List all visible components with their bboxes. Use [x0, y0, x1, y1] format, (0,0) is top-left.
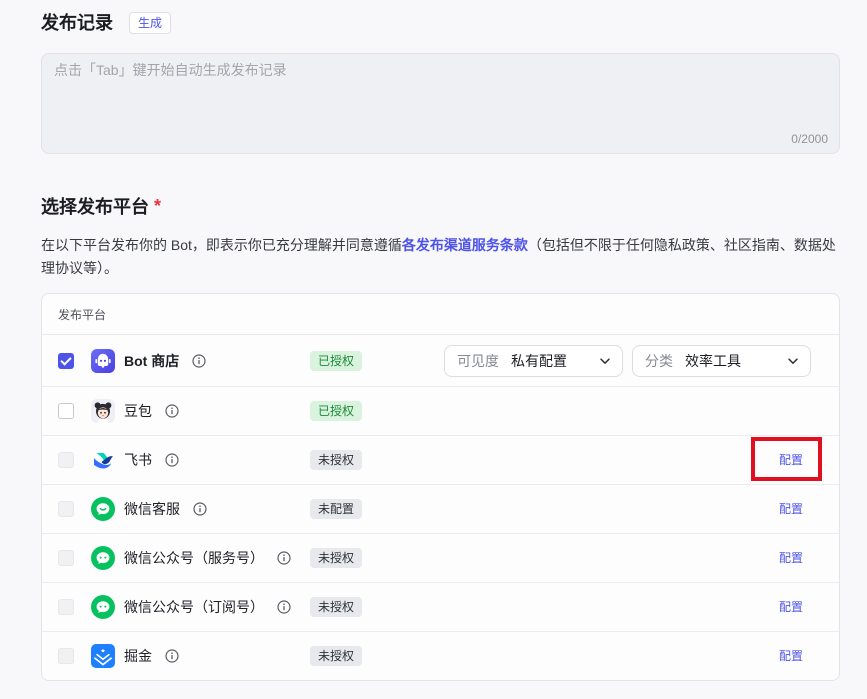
status-badge: 已授权	[310, 401, 363, 421]
platform-row-wechat-official-subscription: 微信公众号（订阅号） 未授权 配置	[42, 583, 839, 632]
actions-cell: 可见度 私有配置 分类 效率工具	[444, 335, 839, 386]
category-label: 分类	[645, 352, 673, 369]
platform-checkbox	[58, 599, 74, 615]
table-header: 发布平台	[42, 294, 839, 335]
wechat-service-icon	[91, 497, 115, 521]
status-cell: 未授权	[310, 436, 444, 484]
status-badge: 已授权	[310, 350, 363, 371]
platform-cell: 飞书	[91, 436, 310, 484]
status-cell: 未授权	[310, 632, 444, 680]
info-icon[interactable]	[165, 453, 179, 467]
platform-row-bot-store: Bot 商店 已授权 可见度 私有配置 分类 效率工具	[42, 335, 839, 387]
configure-button-wechat-service[interactable]: 配置	[779, 499, 803, 519]
platform-checkbox	[58, 550, 74, 566]
chevron-down-icon	[599, 355, 611, 367]
platform-checkbox	[58, 452, 74, 468]
info-icon[interactable]	[193, 502, 207, 516]
platform-cell: 豆包	[91, 387, 310, 435]
generate-button[interactable]: 生成	[129, 12, 172, 34]
info-icon[interactable]	[277, 600, 291, 614]
platform-checkbox	[58, 501, 74, 517]
wechat-official-account-icon	[91, 546, 115, 570]
actions-cell: 配置	[444, 436, 839, 484]
chevron-down-icon	[787, 355, 799, 367]
platform-cell: 微信公众号（订阅号）	[91, 583, 310, 631]
status-badge: 未授权	[310, 597, 363, 617]
actions-cell: 配置	[444, 534, 839, 582]
juejin-icon	[91, 644, 115, 668]
platform-row-wechat-service: 微信客服 未配置 配置	[42, 485, 839, 534]
configure-button-wechat-official-service[interactable]: 配置	[779, 548, 803, 568]
checkbox-cell	[42, 583, 91, 631]
platform-name: 微信公众号（服务号）	[124, 550, 264, 566]
actions-cell: 配置	[444, 583, 839, 631]
checkbox-cell	[42, 335, 91, 386]
platform-cell: 微信公众号（服务号）	[91, 534, 310, 582]
category-select[interactable]: 分类 效率工具	[632, 344, 811, 377]
publish-page: 发布记录 生成 0/2000 选择发布平台 * 在以下平台发布你的 Bot，即表…	[0, 0, 867, 699]
column-header-platform: 发布平台	[58, 307, 107, 322]
platform-name: 飞书	[124, 452, 152, 468]
info-icon[interactable]	[192, 353, 206, 368]
platform-checkbox[interactable]	[58, 352, 74, 369]
platforms-table: 发布平台 Bot 商店 已授权 可见度 私有配置 分类 效率工具 豆包 已授权 …	[41, 293, 840, 681]
checkbox-cell	[42, 534, 91, 582]
configure-button-juejin[interactable]: 配置	[779, 646, 803, 666]
visibility-value: 私有配置	[511, 352, 567, 369]
release-notes-header: 发布记录 生成	[41, 12, 840, 34]
configure-button-wechat-official-subscription[interactable]: 配置	[779, 597, 803, 617]
platform-row-wechat-official-service: 微信公众号（服务号） 未授权 配置	[42, 534, 839, 583]
platform-name: 掘金	[124, 648, 152, 664]
info-icon[interactable]	[165, 649, 179, 663]
platform-checkbox	[58, 648, 74, 664]
status-badge: 未配置	[310, 499, 363, 519]
platforms-description: 在以下平台发布你的 Bot，即表示你已充分理解并同意遵循各发布渠道服务条款（包括…	[41, 234, 840, 280]
release-notes-field[interactable]: 0/2000	[41, 53, 840, 154]
checkbox-cell	[42, 436, 91, 484]
info-icon[interactable]	[165, 404, 179, 418]
info-icon[interactable]	[277, 551, 291, 565]
feishu-icon	[91, 448, 115, 472]
configure-button-feishu[interactable]: 配置	[779, 450, 803, 470]
wechat-official-account-icon	[91, 595, 115, 619]
doubao-avatar-icon	[91, 399, 115, 423]
visibility-select[interactable]: 可见度 私有配置	[444, 344, 623, 377]
release-notes-input[interactable]	[42, 54, 839, 153]
actions-cell: 配置	[444, 632, 839, 680]
required-mark: *	[154, 196, 162, 216]
platforms-header: 选择发布平台 *	[41, 196, 840, 218]
description-text: 在以下平台发布你的 Bot，即表示你已充分理解并同意遵循	[41, 237, 402, 253]
status-badge: 未授权	[310, 646, 363, 666]
platform-checkbox[interactable]	[58, 403, 74, 419]
terms-link[interactable]: 各发布渠道服务条款	[402, 237, 528, 253]
platform-name: 微信客服	[124, 501, 180, 517]
platform-cell: 掘金	[91, 632, 310, 680]
platform-row-juejin: 掘金 未授权 配置	[42, 632, 839, 680]
platforms-title: 选择发布平台	[41, 197, 149, 217]
platform-cell: Bot 商店	[91, 335, 310, 386]
platform-name: Bot 商店	[124, 352, 180, 369]
checkbox-cell	[42, 632, 91, 680]
visibility-label: 可见度	[457, 352, 499, 369]
platform-cell: 微信客服	[91, 485, 310, 533]
status-cell: 已授权	[310, 335, 444, 386]
status-badge: 未授权	[310, 450, 363, 470]
char-counter: 0/2000	[791, 132, 828, 146]
checkbox-cell	[42, 387, 91, 435]
platform-row-feishu: 飞书 未授权 配置	[42, 436, 839, 485]
status-cell: 未配置	[310, 485, 444, 533]
category-value: 效率工具	[685, 352, 741, 369]
status-cell: 未授权	[310, 583, 444, 631]
checkbox-cell	[42, 485, 91, 533]
bot-store-icon	[91, 348, 115, 373]
platform-name: 微信公众号（订阅号）	[124, 599, 264, 615]
actions-cell: 配置	[444, 485, 839, 533]
status-cell: 未授权	[310, 534, 444, 582]
status-cell: 已授权	[310, 387, 444, 435]
platform-row-doubao: 豆包 已授权	[42, 387, 839, 436]
actions-cell	[444, 387, 839, 435]
status-badge: 未授权	[310, 548, 363, 568]
release-notes-title: 发布记录	[41, 13, 113, 33]
platform-name: 豆包	[124, 403, 152, 419]
